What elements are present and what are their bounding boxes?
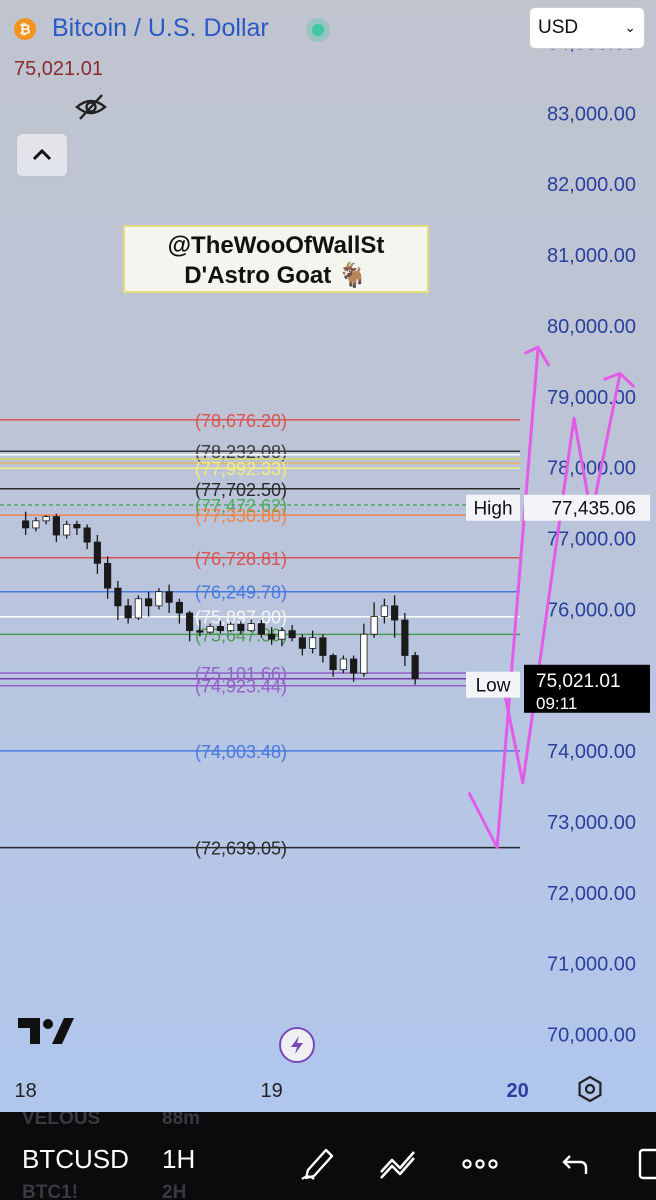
y-tick-label: 73,000.00 bbox=[547, 812, 636, 834]
badge-label: Low bbox=[476, 676, 511, 697]
badge-label: High bbox=[473, 499, 512, 520]
watermark-line-2: D'Astro Goat 🐐 bbox=[184, 262, 368, 289]
candle-body bbox=[155, 591, 163, 607]
collapse-legend-button[interactable] bbox=[16, 133, 68, 177]
y-tick-label: 78,000.00 bbox=[547, 458, 636, 480]
level-label: (77,992.33) bbox=[195, 459, 287, 479]
candle-body bbox=[104, 562, 112, 589]
candle-body bbox=[32, 520, 40, 529]
symbol-title[interactable]: Bitcoin / U.S. Dollar bbox=[52, 14, 269, 43]
candle-body bbox=[370, 616, 378, 635]
currency-select[interactable]: USD ⌄ bbox=[529, 7, 645, 49]
x-tick-label: 18 bbox=[15, 1080, 37, 1102]
candle-body bbox=[63, 523, 71, 536]
candle-body bbox=[350, 658, 358, 674]
candle-body bbox=[114, 587, 122, 607]
candle-body bbox=[22, 520, 30, 529]
bottom-toolbar: VELOUS 88m BTC1! 2H BTCUSD 1H bbox=[0, 1112, 656, 1200]
y-tick-label: 83,000.00 bbox=[547, 103, 636, 125]
candle-body bbox=[247, 623, 255, 632]
candle-body bbox=[196, 630, 204, 633]
currency-select-value: USD bbox=[538, 17, 579, 38]
candle-body bbox=[73, 523, 81, 529]
hide-indicators-eye-icon[interactable] bbox=[74, 92, 108, 122]
candle-body bbox=[319, 637, 327, 656]
y-tick-label: 77,000.00 bbox=[547, 529, 636, 551]
candle-body bbox=[268, 633, 276, 640]
ghost-symbol-bottom: BTC1! bbox=[22, 1182, 78, 1200]
candle-body bbox=[124, 605, 132, 619]
chart-area[interactable]: 70,000.00 71,000.00 72,000.00 73,000.00 74,0… bbox=[0, 0, 656, 1110]
y-tick-label: 79,000.00 bbox=[547, 387, 636, 409]
price-chart[interactable]: 70,000.00 71,000.00 72,000.00 73,000.00 74,0… bbox=[0, 0, 656, 1110]
candle-body bbox=[93, 541, 101, 564]
y-tick-label: 82,000.00 bbox=[547, 174, 636, 196]
y-tick-label: 71,000.00 bbox=[547, 954, 636, 976]
candle-body bbox=[42, 516, 50, 522]
candle-body bbox=[288, 630, 296, 639]
market-status-icon[interactable] bbox=[306, 18, 330, 42]
level-label: (78,676.20) bbox=[195, 411, 287, 431]
candle-body bbox=[52, 516, 60, 536]
last-price-countdown: 09:11 bbox=[536, 694, 577, 713]
y-tick-label: 80,000.00 bbox=[547, 316, 636, 338]
y-tick-label: 76,000.00 bbox=[547, 599, 636, 621]
candle-body bbox=[380, 605, 388, 617]
candle-body bbox=[309, 637, 317, 649]
watermark-label: @TheWooOfWallSt D'Astro Goat 🐐 bbox=[123, 225, 429, 293]
fullscreen-icon[interactable] bbox=[628, 1146, 656, 1180]
candle-body bbox=[391, 605, 399, 621]
candle-body bbox=[329, 655, 337, 671]
bitcoin-logo-icon: ₿ bbox=[14, 18, 36, 40]
candle-body bbox=[165, 591, 173, 603]
draw-pen-icon[interactable] bbox=[298, 1146, 338, 1180]
chevron-up-icon bbox=[32, 149, 52, 161]
ghost-symbol-top: VELOUS bbox=[22, 1112, 101, 1129]
tradingview-logo-icon bbox=[18, 1018, 74, 1044]
level-label: (74,923.44) bbox=[195, 677, 287, 697]
candle-body bbox=[360, 633, 368, 674]
level-label: (77,330.80) bbox=[195, 506, 287, 526]
badge-value: 77,435.06 bbox=[551, 499, 636, 520]
level-label: (74,003.48) bbox=[195, 742, 287, 762]
x-tick-label: 20 bbox=[507, 1080, 529, 1102]
x-tick-label: 19 bbox=[261, 1080, 283, 1102]
indicators-icon[interactable] bbox=[378, 1146, 418, 1180]
candle-body bbox=[227, 623, 235, 632]
ghost-timeframe-top: 88m bbox=[162, 1112, 201, 1129]
y-tick-label: 72,000.00 bbox=[547, 883, 636, 905]
candle-body bbox=[206, 626, 214, 633]
level-label: (76,728.81) bbox=[195, 549, 287, 569]
candle-body bbox=[237, 623, 245, 632]
candle-body bbox=[83, 527, 91, 543]
y-tick-label: 70,000.00 bbox=[547, 1025, 636, 1047]
candle-body bbox=[278, 630, 286, 640]
candle-body bbox=[134, 598, 142, 619]
candle-body bbox=[186, 612, 194, 632]
candle-body bbox=[411, 655, 419, 680]
y-tick-label: 81,000.00 bbox=[547, 245, 636, 267]
level-label: (72,639.05) bbox=[195, 839, 287, 859]
candle-body bbox=[175, 601, 183, 614]
more-options-icon[interactable] bbox=[460, 1146, 500, 1180]
candle-body bbox=[298, 637, 306, 649]
chevron-down-icon: ⌄ bbox=[624, 19, 636, 35]
candle-body bbox=[145, 598, 153, 607]
y-tick-label: 74,000.00 bbox=[547, 741, 636, 763]
ghost-timeframe-bottom: 2H bbox=[162, 1182, 187, 1200]
level-label: (76,249.78) bbox=[195, 583, 287, 603]
chart-settings-icon[interactable] bbox=[576, 1075, 604, 1103]
watermark-line-1: @TheWooOfWallSt bbox=[167, 232, 385, 259]
candle-body bbox=[257, 623, 265, 635]
timeframe-selector[interactable]: 1H bbox=[162, 1144, 195, 1175]
candle-body bbox=[216, 626, 224, 632]
symbol-selector[interactable]: BTCUSD bbox=[22, 1144, 129, 1175]
lightning-bolt-icon[interactable] bbox=[279, 1027, 315, 1063]
last-price-badge-value: 75,021.01 bbox=[536, 671, 621, 692]
projection-path1 bbox=[467, 345, 540, 849]
candle-body bbox=[339, 658, 347, 671]
candle-body bbox=[401, 619, 409, 656]
undo-icon[interactable] bbox=[556, 1146, 596, 1180]
last-price-readout: 75,021.01 bbox=[14, 58, 103, 80]
